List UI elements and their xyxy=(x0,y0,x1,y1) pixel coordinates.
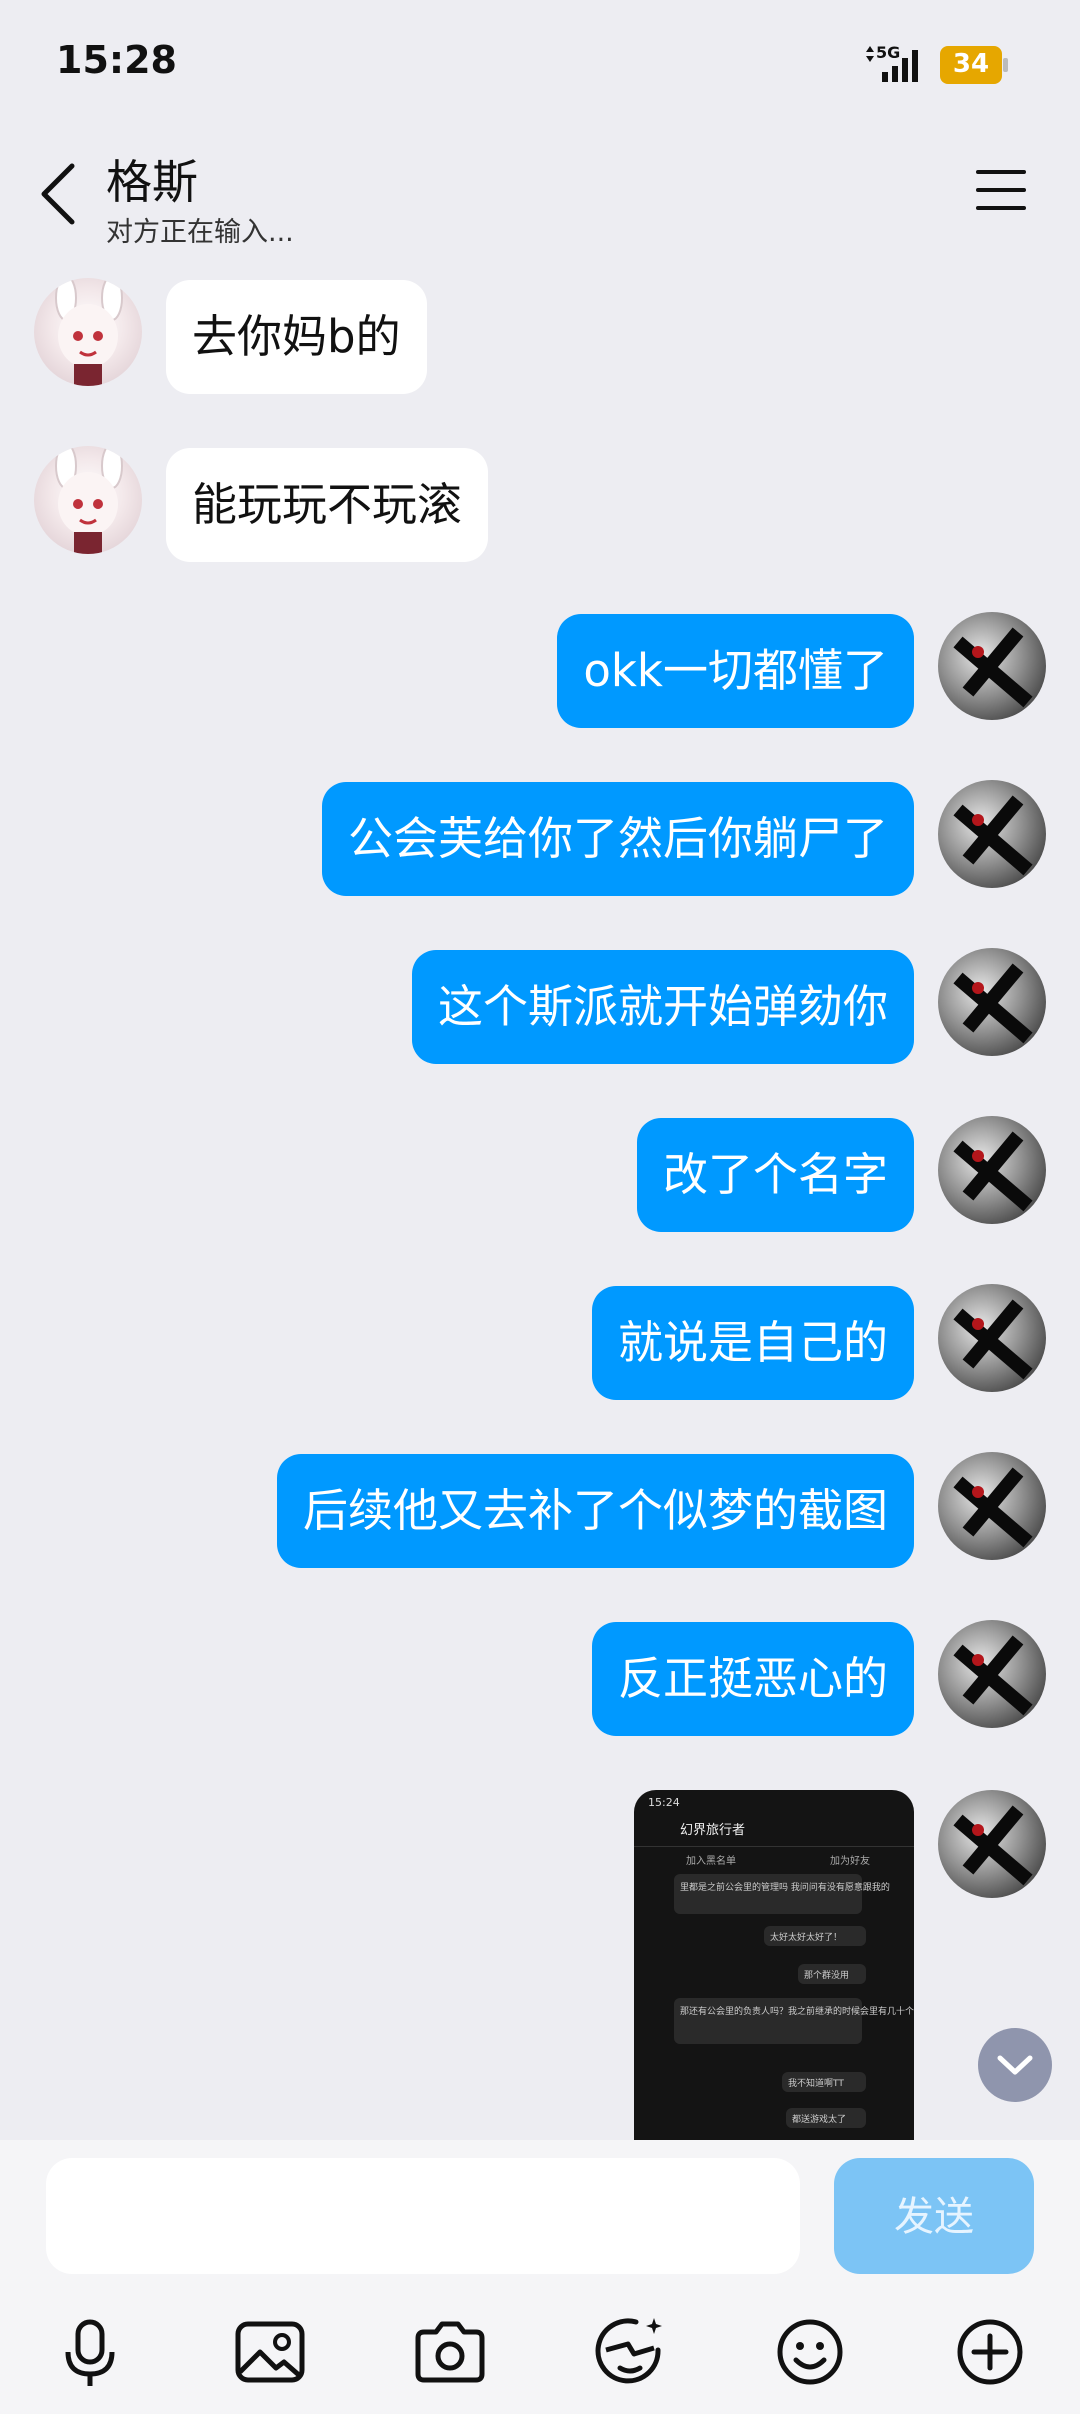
message-bubble-outgoing[interactable]: 这个斯派就开始弹劾你 xyxy=(411,950,914,1064)
thumb-line: 太好太好太好了！ xyxy=(770,1931,842,1943)
user-avatar[interactable] xyxy=(938,1620,1046,1728)
thumb-line: 我不知道啊TT xyxy=(788,2077,844,2089)
message-bubble-outgoing[interactable]: 改了个名字 xyxy=(636,1118,914,1232)
message-bubble-outgoing[interactable]: 公会芙给你了然后你躺尸了 xyxy=(321,782,914,896)
microphone-icon[interactable] xyxy=(48,2310,132,2394)
message-bubble-outgoing[interactable]: okk一切都懂了 xyxy=(557,614,914,728)
thumb-line: 里都是之前公会里的管理吗 我问问有没有愿意跟我的 xyxy=(680,1881,890,1893)
chat-header: 格斯 对方正在输入... xyxy=(0,130,1080,260)
send-button[interactable]: 发送 xyxy=(834,2158,1034,2274)
thumb-line: 都送游戏太了 xyxy=(792,2113,846,2125)
user-avatar[interactable] xyxy=(938,948,1046,1056)
contact-avatar[interactable] xyxy=(34,446,142,554)
signal-5g-icon: 5G xyxy=(866,43,918,82)
contact-name[interactable]: 格斯 xyxy=(106,146,198,212)
user-avatar[interactable] xyxy=(938,1790,1046,1898)
user-avatar[interactable] xyxy=(938,1116,1046,1224)
scroll-to-bottom-button[interactable] xyxy=(978,2028,1052,2102)
battery-level: 34 xyxy=(952,49,990,79)
typing-status: 对方正在输入... xyxy=(106,217,294,248)
chevron-down-icon xyxy=(997,2055,1033,2075)
input-bar: 发送 xyxy=(0,2140,1080,2414)
user-avatar[interactable] xyxy=(938,1284,1046,1392)
message-bubble-outgoing[interactable]: 就说是自己的 xyxy=(591,1286,914,1400)
plus-icon[interactable] xyxy=(948,2310,1032,2394)
sticker-face-icon[interactable] xyxy=(588,2310,672,2394)
status-bar: 15:28 5G 34 xyxy=(0,0,1080,130)
hamburger-menu-icon[interactable] xyxy=(972,162,1030,218)
thumb-time: 15:24 xyxy=(648,1796,680,1809)
user-avatar[interactable] xyxy=(938,612,1046,720)
message-list[interactable]: 去你妈b的 能玩玩不玩滚 okk一切都懂了 公会芙给你了然后你躺尸了 这个斯派就… xyxy=(0,260,1080,2140)
network-label: 5G xyxy=(876,43,900,62)
message-bubble-outgoing[interactable]: 后续他又去补了个似梦的截图 xyxy=(276,1454,914,1568)
back-chevron-icon[interactable] xyxy=(34,158,84,230)
thumb-line: 那个群没用 xyxy=(804,1969,849,1981)
user-avatar[interactable] xyxy=(938,1452,1046,1560)
user-avatar[interactable] xyxy=(938,780,1046,888)
message-input[interactable] xyxy=(46,2158,800,2274)
message-bubble-outgoing[interactable]: 反正挺恶心的 xyxy=(591,1622,914,1736)
contact-avatar[interactable] xyxy=(34,278,142,386)
message-bubble-incoming[interactable]: 能玩玩不玩滚 xyxy=(166,448,489,562)
image-icon[interactable] xyxy=(228,2310,312,2394)
battery-icon: 34 xyxy=(940,46,1010,84)
thumb-line: 那还有公会里的负责人吗？我之前继承的时候会里有几十个聊天号，不知道是谁控的 xyxy=(680,2005,914,2017)
thumb-add-friend: 加为好友 xyxy=(830,1854,870,1867)
thumb-title: 幻界旅行者 xyxy=(680,1823,745,1838)
camera-icon[interactable] xyxy=(408,2310,492,2394)
image-message-thumbnail[interactable]: 15:24 幻界旅行者 加入黑名单 加为好友 里都是之前公会里的管理吗 我问问有… xyxy=(634,1790,914,2140)
message-bubble-incoming[interactable]: 去你妈b的 xyxy=(166,280,427,394)
status-time: 15:28 xyxy=(56,38,177,82)
thumb-add-blacklist: 加入黑名单 xyxy=(686,1854,736,1867)
emoji-icon[interactable] xyxy=(768,2310,852,2394)
